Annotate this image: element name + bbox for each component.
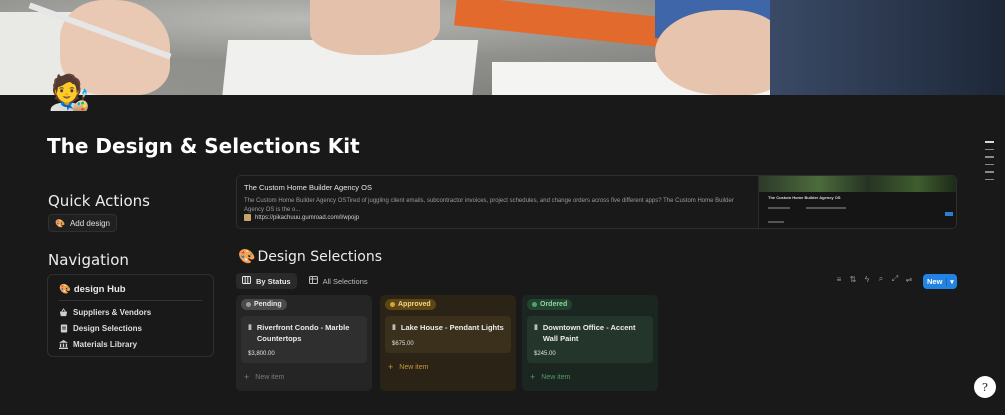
board-column-ordered: Ordered ▮ Downtown Office - Accent Wall … [522,295,658,391]
view-tabs: By Status All Selections [236,273,374,289]
board-card[interactable]: ▮ Downtown Office - Accent Wall Paint $2… [527,316,653,363]
document-icon [59,324,68,333]
new-item-label: New item [399,363,429,371]
status-label: Approved [398,301,431,308]
bookmark-thumbnail: The Custom Home Builder Agency OS [758,176,956,228]
chevron-down-icon[interactable]: ▾ [946,277,957,286]
nav-item-suppliers[interactable]: Suppliers & Vendors [59,308,151,317]
new-item-button[interactable]: + New item [388,362,428,372]
filter-icon[interactable]: ≡ [835,275,843,284]
table-icon [308,276,318,286]
design-hub-label: design Hub [73,284,126,295]
nav-item-label: Materials Library [73,340,138,349]
settings-icon[interactable]: ⇌ [905,275,913,284]
database-title-text: Design Selections [257,249,383,265]
status-badge: Pending [241,299,287,310]
palette-icon: 🎨 [238,249,256,265]
status-badge: Approved [385,299,436,310]
help-icon: ? [982,380,988,394]
page-title: The Design & Selections Kit [47,134,360,158]
automation-icon[interactable]: ϟ [863,275,871,284]
database-toolbar: ≡ ⇅ ϟ ⌕ ⤢ ⇌ [835,274,913,284]
basket-icon [59,308,68,317]
card-price: $245.00 [534,351,556,357]
nav-item-label: Suppliers & Vendors [73,308,152,317]
status-dot-icon [532,302,537,307]
nav-item-materials-library[interactable]: Materials Library [59,340,137,349]
new-item-label: New item [255,373,285,381]
thumbnail-title: The Custom Home Builder Agency OS [768,195,841,200]
board-column-pending: Pending ▮ Riverfront Condo - Marble Coun… [236,295,372,391]
board-icon [242,276,251,286]
card-price: $3,800.00 [248,351,275,357]
new-item-button[interactable]: + New item [244,372,284,382]
status-dot-icon [390,302,395,307]
add-design-button[interactable]: 🎨 Add design [48,214,117,232]
board-card[interactable]: ▮ Riverfront Condo - Marble Countertops … [241,316,367,363]
tab-by-status[interactable]: By Status [236,273,297,289]
plus-icon: + [244,372,250,382]
new-button-label: New [927,277,943,286]
bookmark-description: The Custom Home Builder Agency OSTired o… [244,198,734,213]
document-icon: ▮ [248,324,252,331]
database-title[interactable]: 🎨 Design Selections [238,249,382,265]
tab-all-selections[interactable]: All Selections [303,273,374,289]
board-column-approved: Approved ▮ Lake House - Pendant Lights $… [380,295,516,391]
status-dot-icon [246,302,251,307]
status-label: Ordered [540,301,568,308]
nav-item-design-selections[interactable]: Design Selections [59,324,142,333]
bookmark-url: https://pikachuuu.gumroad.com/l/wpojp [244,214,359,221]
card-title: Lake House - Pendant Lights [400,323,504,332]
new-item-button[interactable]: + New item [530,372,570,382]
status-badge: Ordered [527,299,573,310]
sort-icon[interactable]: ⇅ [849,275,857,284]
quick-actions-heading: Quick Actions [48,192,150,210]
library-icon [59,340,68,349]
favicon-icon [244,214,251,221]
help-button[interactable]: ? [974,376,996,398]
palette-icon: 🎨 [55,218,65,228]
navigation-heading: Navigation [48,251,129,269]
search-icon[interactable]: ⌕ [877,274,885,284]
new-item-label: New item [541,373,571,381]
new-button[interactable]: New ▾ [923,274,957,289]
expand-icon[interactable]: ⤢ [891,274,899,284]
tab-label: All Selections [322,276,368,286]
document-icon: ▮ [534,324,538,331]
divider [59,300,202,301]
card-title: Downtown Office - Accent Wall Paint [542,323,636,343]
plus-icon: + [530,372,536,382]
navigation-box: 🎨 design Hub Suppliers & Vendors Design … [47,274,214,357]
plus-icon: + [388,362,394,372]
tab-label: By Status [256,276,291,286]
nav-item-label: Design Selections [73,324,142,333]
board-card[interactable]: ▮ Lake House - Pendant Lights $675.00 [385,316,511,353]
page-icon[interactable]: 🧑‍🎨 [48,72,90,114]
card-title: Riverfront Condo - Marble Countertops [256,323,350,343]
document-icon: ▮ [392,324,396,331]
cover-image [0,0,1005,95]
web-bookmark[interactable]: The Custom Home Builder Agency OS The Cu… [236,175,957,229]
page-outline[interactable] [985,141,994,186]
add-design-label: Add design [69,218,110,228]
card-price: $675.00 [392,341,414,347]
status-label: Pending [254,301,282,308]
palette-icon: 🎨 [59,284,71,295]
bookmark-url-text: https://pikachuuu.gumroad.com/l/wpojp [255,214,360,221]
bookmark-title: The Custom Home Builder Agency OS [244,183,372,192]
design-hub-link[interactable]: 🎨 design Hub [59,284,126,295]
